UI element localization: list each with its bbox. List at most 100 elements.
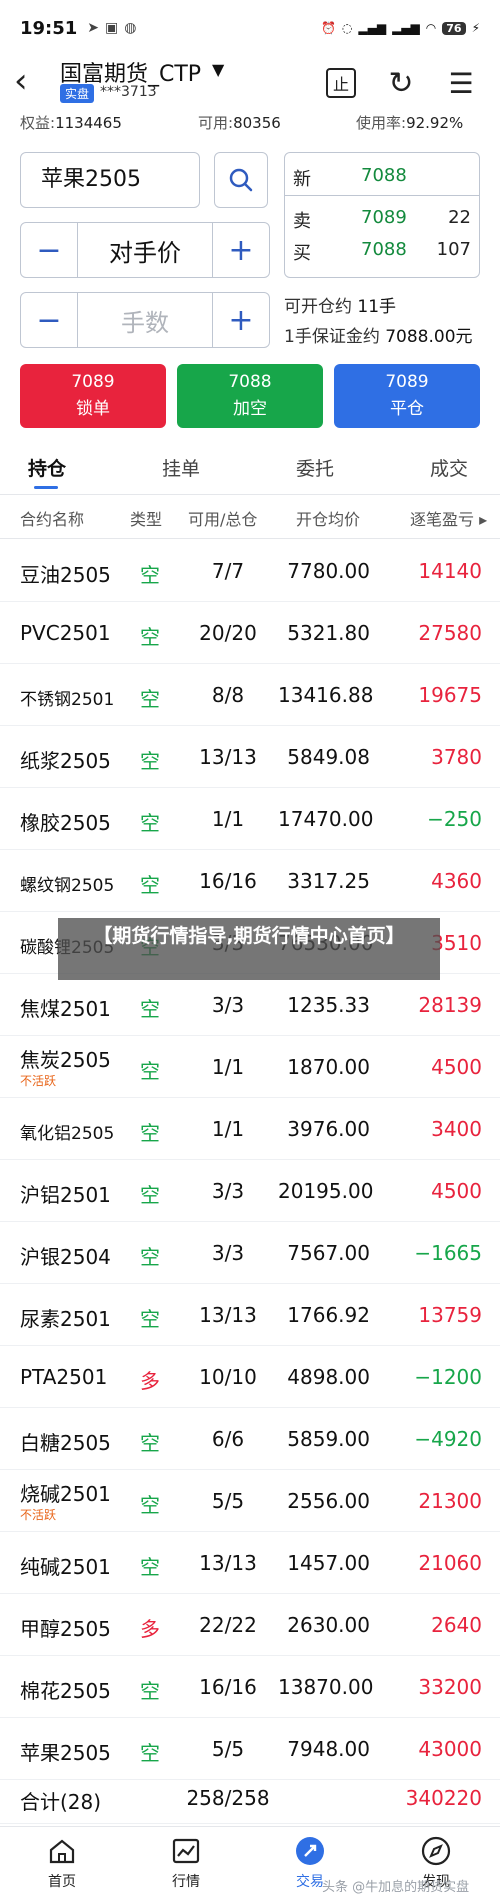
position-type: 空 bbox=[140, 563, 160, 587]
signal-icon: ▂▄▆ bbox=[358, 21, 387, 35]
search-icon bbox=[229, 168, 253, 192]
available: 可用:80356 bbox=[198, 114, 281, 132]
nav-home[interactable]: 首页 bbox=[22, 1835, 102, 1891]
position-pnl: −1200 bbox=[414, 1365, 482, 1389]
status-time: 19:51 bbox=[20, 17, 78, 39]
position-pnl: 19675 bbox=[418, 683, 482, 707]
account-type-badge: 实盘 bbox=[60, 84, 95, 103]
tab-orders[interactable]: 委托 bbox=[296, 454, 334, 481]
search-button[interactable] bbox=[214, 152, 268, 208]
table-row[interactable]: 橡胶2505 空 1/1 17470.00 −250 bbox=[0, 788, 500, 850]
tab-fills[interactable]: 成交 bbox=[430, 454, 468, 481]
bid-row: 买 7088 107 bbox=[293, 239, 471, 264]
stop-order-icon[interactable]: 止 bbox=[326, 68, 356, 98]
table-row[interactable]: 氧化铝2505 空 1/1 3976.00 3400 bbox=[0, 1098, 500, 1160]
position-qty: 7/7 bbox=[211, 559, 245, 583]
position-type: 空 bbox=[140, 1679, 160, 1703]
system-icons: ⏰ ◌ ▂▄▆ ▂▄▆ ◠ 76 ⚡ bbox=[321, 21, 480, 35]
table-row[interactable]: 豆油2505 空 7/7 7780.00 14140 bbox=[0, 540, 500, 602]
account-id: ***3713 bbox=[100, 84, 157, 100]
contract-name: 苹果2505 bbox=[20, 1741, 111, 1765]
total-pnl: 340220 bbox=[405, 1786, 482, 1810]
close-position-button[interactable]: 7089 平仓 bbox=[334, 364, 480, 428]
table-row[interactable]: 棉花2505 空 16/16 13870.00 33200 bbox=[0, 1656, 500, 1718]
symbol-input[interactable]: 苹果2505 bbox=[20, 152, 200, 208]
qty-plus-button[interactable]: + bbox=[213, 293, 269, 347]
position-qty: 16/16 bbox=[199, 1675, 257, 1699]
position-pnl: 28139 bbox=[418, 993, 482, 1017]
avg-open-price: 5859.00 bbox=[287, 1427, 370, 1451]
price-plus-button[interactable]: + bbox=[213, 223, 269, 277]
openable-info: 可开仓约 11手 bbox=[284, 297, 397, 317]
table-row[interactable]: 纸浆2505 空 13/13 5849.08 3780 bbox=[0, 726, 500, 788]
add-short-button[interactable]: 7088 加空 bbox=[177, 364, 323, 428]
position-pnl: 33200 bbox=[418, 1675, 482, 1699]
price-type-field[interactable]: 对手价 bbox=[77, 223, 213, 277]
tab-positions[interactable]: 持仓 bbox=[28, 454, 66, 481]
position-pnl: −4920 bbox=[414, 1427, 482, 1451]
position-qty: 3/3 bbox=[211, 1241, 245, 1265]
back-icon[interactable]: ‹ bbox=[14, 64, 44, 100]
lock-order-button[interactable]: 7089 锁单 bbox=[20, 364, 166, 428]
home-icon bbox=[49, 1839, 75, 1864]
position-type: 空 bbox=[140, 1183, 160, 1207]
price-minus-button[interactable]: − bbox=[21, 223, 77, 277]
table-row[interactable]: 甲醇2505 多 22/22 2630.00 2640 bbox=[0, 1594, 500, 1656]
table-row[interactable]: 焦炭2505 不活跃 空 1/1 1870.00 4500 bbox=[0, 1036, 500, 1098]
col-pnl[interactable]: 逐笔盈亏 ▸ bbox=[410, 506, 487, 530]
table-row[interactable]: PVC2501 空 20/20 5321.80 27580 bbox=[0, 602, 500, 664]
contract-name: PTA2501 bbox=[20, 1365, 108, 1389]
position-type: 空 bbox=[140, 625, 160, 649]
avg-open-price: 2556.00 bbox=[287, 1489, 370, 1513]
contract-name: 棉花2505 bbox=[20, 1679, 111, 1703]
col-contract: 合约名称 bbox=[20, 510, 85, 529]
table-row[interactable]: 焦煤2501 空 3/3 1235.33 28139 bbox=[0, 974, 500, 1036]
caret-down-icon[interactable]: ▼ bbox=[212, 60, 224, 79]
table-row[interactable]: PTA2501 多 10/10 4898.00 −1200 bbox=[0, 1346, 500, 1408]
table-row[interactable]: 白糖2505 空 6/6 5859.00 −4920 bbox=[0, 1408, 500, 1470]
quote-panel: 新 7088 卖 7089 22 买 7088 107 bbox=[284, 152, 480, 278]
avg-open-price: 7567.00 bbox=[287, 1241, 370, 1265]
position-type: 空 bbox=[140, 1493, 160, 1517]
position-type: 空 bbox=[140, 687, 160, 711]
position-pnl: 3780 bbox=[431, 745, 482, 769]
position-type: 多 bbox=[140, 1369, 160, 1393]
col-avg-price: 开仓均价 bbox=[296, 510, 361, 529]
position-qty: 20/20 bbox=[199, 621, 257, 645]
contract-name: 螺纹钢2505 bbox=[20, 876, 115, 896]
avg-open-price: 1870.00 bbox=[287, 1055, 370, 1079]
position-qty: 22/22 bbox=[199, 1613, 257, 1637]
position-pnl: 21300 bbox=[418, 1489, 482, 1513]
table-row[interactable]: 尿素2501 空 13/13 1766.92 13759 bbox=[0, 1284, 500, 1346]
table-row[interactable]: 烧碱2501 不活跃 空 5/5 2556.00 21300 bbox=[0, 1470, 500, 1532]
position-pnl: 2640 bbox=[431, 1613, 482, 1637]
nav-market[interactable]: 行情 bbox=[146, 1835, 226, 1891]
quantity-input[interactable]: 手数 bbox=[77, 293, 213, 347]
position-pnl: 21060 bbox=[418, 1551, 482, 1575]
table-row[interactable]: 沪银2504 空 3/3 7567.00 −1665 bbox=[0, 1222, 500, 1284]
position-type: 空 bbox=[140, 873, 160, 897]
col-qty: 可用/总仓 bbox=[188, 510, 258, 529]
position-type: 空 bbox=[140, 1121, 160, 1145]
position-type: 空 bbox=[140, 1307, 160, 1331]
table-row[interactable]: 苹果2505 空 5/5 7948.00 43000 bbox=[0, 1718, 500, 1780]
avg-open-price: 5849.08 bbox=[287, 745, 370, 769]
tab-pending[interactable]: 挂单 bbox=[162, 454, 200, 481]
table-row[interactable]: 不锈钢2501 空 8/8 13416.88 19675 bbox=[0, 664, 500, 726]
avg-open-price: 17470.00 bbox=[278, 807, 374, 831]
refresh-icon[interactable]: ↻ bbox=[384, 66, 418, 101]
position-pnl: 4500 bbox=[431, 1055, 482, 1079]
contract-name: 白糖2505 bbox=[20, 1431, 111, 1455]
table-row[interactable]: 纯碱2501 空 13/13 1457.00 21060 bbox=[0, 1532, 500, 1594]
position-qty: 8/8 bbox=[211, 683, 245, 707]
contract-name: 纯碱2501 bbox=[20, 1555, 111, 1579]
signal-icon-2: ▂▄▆ bbox=[392, 21, 420, 35]
menu-icon[interactable]: ☰ bbox=[444, 66, 478, 100]
avg-open-price: 13416.88 bbox=[278, 683, 374, 707]
position-qty: 1/1 bbox=[211, 807, 245, 831]
contract-name: 焦炭2505 bbox=[20, 1048, 111, 1072]
table-row[interactable]: 沪铝2501 空 3/3 20195.00 4500 bbox=[0, 1160, 500, 1222]
qty-minus-button[interactable]: − bbox=[21, 293, 77, 347]
avg-open-price: 13870.00 bbox=[278, 1675, 374, 1699]
table-row[interactable]: 螺纹钢2505 空 16/16 3317.25 4360 bbox=[0, 850, 500, 912]
